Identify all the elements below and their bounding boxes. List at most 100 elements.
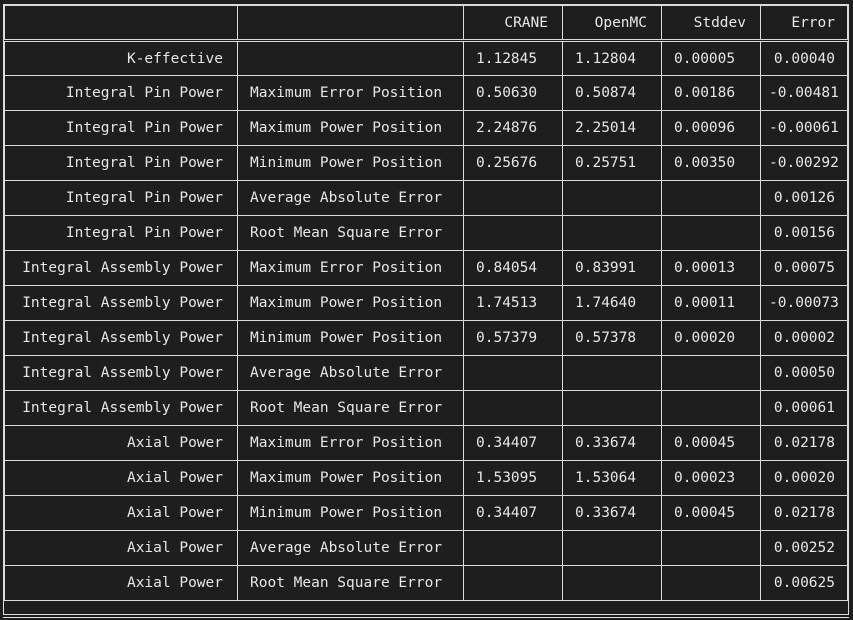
cell-quantity: K-effective bbox=[4, 40, 238, 76]
cell-quantity: Axial Power bbox=[4, 530, 238, 566]
cell-openmc: 0.33674 bbox=[562, 495, 662, 531]
header-quantity bbox=[4, 5, 238, 42]
table-row: Integral Pin Power Average Absolute Error… bbox=[4, 180, 848, 216]
cell-quantity: Integral Pin Power bbox=[4, 180, 238, 216]
cell-stddev: 0.00186 bbox=[661, 75, 761, 111]
cell-openmc: 0.83991 bbox=[562, 250, 662, 286]
cell-crane bbox=[463, 355, 563, 391]
cell-stddev: 0.00020 bbox=[661, 320, 761, 356]
cell-openmc: 0.57378 bbox=[562, 320, 662, 356]
cell-error: 0.00061 bbox=[760, 390, 848, 426]
cell-crane: 1.12845 bbox=[463, 40, 563, 76]
header-error: Error bbox=[760, 5, 848, 42]
cell-stddev bbox=[661, 180, 761, 216]
cell-error: 0.00156 bbox=[760, 215, 848, 251]
table-row: Integral Assembly Power Minimum Power Pos… bbox=[4, 320, 848, 356]
table-row: Integral Assembly Power Maximum Power Pos… bbox=[4, 285, 848, 321]
table-row: Axial Power Maximum Error Position 0.34407… bbox=[4, 425, 848, 461]
results-table: CRANE OpenMC Stddev Error K-effective 1.1… bbox=[4, 5, 848, 601]
cell-crane bbox=[463, 180, 563, 216]
cell-stddev: 0.00096 bbox=[661, 110, 761, 146]
header-location bbox=[237, 5, 464, 42]
table-row: Axial Power Average Absolute Error 0.00252 bbox=[4, 530, 848, 566]
cell-location: Root Mean Square Error bbox=[237, 390, 464, 426]
cell-openmc: 0.25751 bbox=[562, 145, 662, 181]
table-row: Integral Assembly Power Root Mean Square … bbox=[4, 390, 848, 426]
cell-error: -0.00061 bbox=[760, 110, 848, 146]
cell-quantity: Integral Assembly Power bbox=[4, 250, 238, 286]
cell-stddev: 0.00011 bbox=[661, 285, 761, 321]
cell-stddev: 0.00013 bbox=[661, 250, 761, 286]
cell-crane: 2.24876 bbox=[463, 110, 563, 146]
cell-openmc: 0.50874 bbox=[562, 75, 662, 111]
cell-stddev bbox=[661, 530, 761, 566]
header-crane: CRANE bbox=[463, 5, 563, 42]
cell-error: 0.00002 bbox=[760, 320, 848, 356]
cell-quantity: Integral Assembly Power bbox=[4, 285, 238, 321]
cell-openmc bbox=[562, 355, 662, 391]
table-body: K-effective 1.12845 1.12804 0.00005 0.00040 I… bbox=[4, 40, 848, 601]
table-row: Axial Power Maximum Power Position 1.53095… bbox=[4, 460, 848, 496]
cell-location: Maximum Error Position bbox=[237, 250, 464, 286]
cell-location: Root Mean Square Error bbox=[237, 215, 464, 251]
table-row: Integral Pin Power Root Mean Square Error… bbox=[4, 215, 848, 251]
cell-stddev bbox=[661, 565, 761, 601]
table-bottom-rule bbox=[3, 617, 849, 618]
cell-error: -0.00292 bbox=[760, 145, 848, 181]
table-row: Integral Assembly Power Maximum Error Pos… bbox=[4, 250, 848, 286]
header-openmc: OpenMC bbox=[562, 5, 662, 42]
cell-quantity: Integral Pin Power bbox=[4, 215, 238, 251]
cell-crane bbox=[463, 390, 563, 426]
cell-location: Maximum Power Position bbox=[237, 110, 464, 146]
cell-crane: 0.50630 bbox=[463, 75, 563, 111]
table-row: Integral Pin Power Minimum Power Position… bbox=[4, 145, 848, 181]
cell-stddev bbox=[661, 355, 761, 391]
table-row: Axial Power Root Mean Square Error 0.00625 bbox=[4, 565, 848, 601]
cell-location bbox=[237, 40, 464, 76]
cell-quantity: Integral Assembly Power bbox=[4, 390, 238, 426]
cell-quantity: Axial Power bbox=[4, 565, 238, 601]
cell-error: 0.02178 bbox=[760, 495, 848, 531]
table-row: Axial Power Minimum Power Position 0.34407… bbox=[4, 495, 848, 531]
cell-openmc: 1.53064 bbox=[562, 460, 662, 496]
cell-error: -0.00073 bbox=[760, 285, 848, 321]
cell-openmc: 1.12804 bbox=[562, 40, 662, 76]
cell-location: Average Absolute Error bbox=[237, 355, 464, 391]
cell-location: Average Absolute Error bbox=[237, 180, 464, 216]
cell-error: 0.00126 bbox=[760, 180, 848, 216]
cell-error: 0.02178 bbox=[760, 425, 848, 461]
cell-stddev: 0.00005 bbox=[661, 40, 761, 76]
table-row: Integral Pin Power Maximum Power Position… bbox=[4, 110, 848, 146]
cell-location: Maximum Power Position bbox=[237, 460, 464, 496]
cell-crane bbox=[463, 565, 563, 601]
cell-quantity: Integral Assembly Power bbox=[4, 355, 238, 391]
cell-crane bbox=[463, 215, 563, 251]
cell-error: 0.00625 bbox=[760, 565, 848, 601]
header-stddev: Stddev bbox=[661, 5, 761, 42]
cell-location: Minimum Power Position bbox=[237, 320, 464, 356]
cell-crane: 1.74513 bbox=[463, 285, 563, 321]
cell-openmc: 0.33674 bbox=[562, 425, 662, 461]
cell-stddev: 0.00045 bbox=[661, 495, 761, 531]
header-row: CRANE OpenMC Stddev Error bbox=[4, 5, 848, 42]
cell-location: Maximum Power Position bbox=[237, 285, 464, 321]
cell-crane: 0.57379 bbox=[463, 320, 563, 356]
cell-stddev: 0.00023 bbox=[661, 460, 761, 496]
cell-location: Maximum Error Position bbox=[237, 425, 464, 461]
cell-stddev: 0.00350 bbox=[661, 145, 761, 181]
table-row: Integral Pin Power Maximum Error Position… bbox=[4, 75, 848, 111]
table-row: Integral Assembly Power Average Absolute … bbox=[4, 355, 848, 391]
cell-quantity: Axial Power bbox=[4, 495, 238, 531]
cell-quantity: Integral Pin Power bbox=[4, 145, 238, 181]
cell-location: Maximum Error Position bbox=[237, 75, 464, 111]
cell-location: Minimum Power Position bbox=[237, 145, 464, 181]
cell-crane: 0.84054 bbox=[463, 250, 563, 286]
cell-stddev bbox=[661, 215, 761, 251]
cell-location: Minimum Power Position bbox=[237, 495, 464, 531]
cell-crane: 1.53095 bbox=[463, 460, 563, 496]
cell-error: -0.00481 bbox=[760, 75, 848, 111]
cell-quantity: Axial Power bbox=[4, 460, 238, 496]
cell-location: Root Mean Square Error bbox=[237, 565, 464, 601]
cell-error: 0.00050 bbox=[760, 355, 848, 391]
cell-error: 0.00252 bbox=[760, 530, 848, 566]
